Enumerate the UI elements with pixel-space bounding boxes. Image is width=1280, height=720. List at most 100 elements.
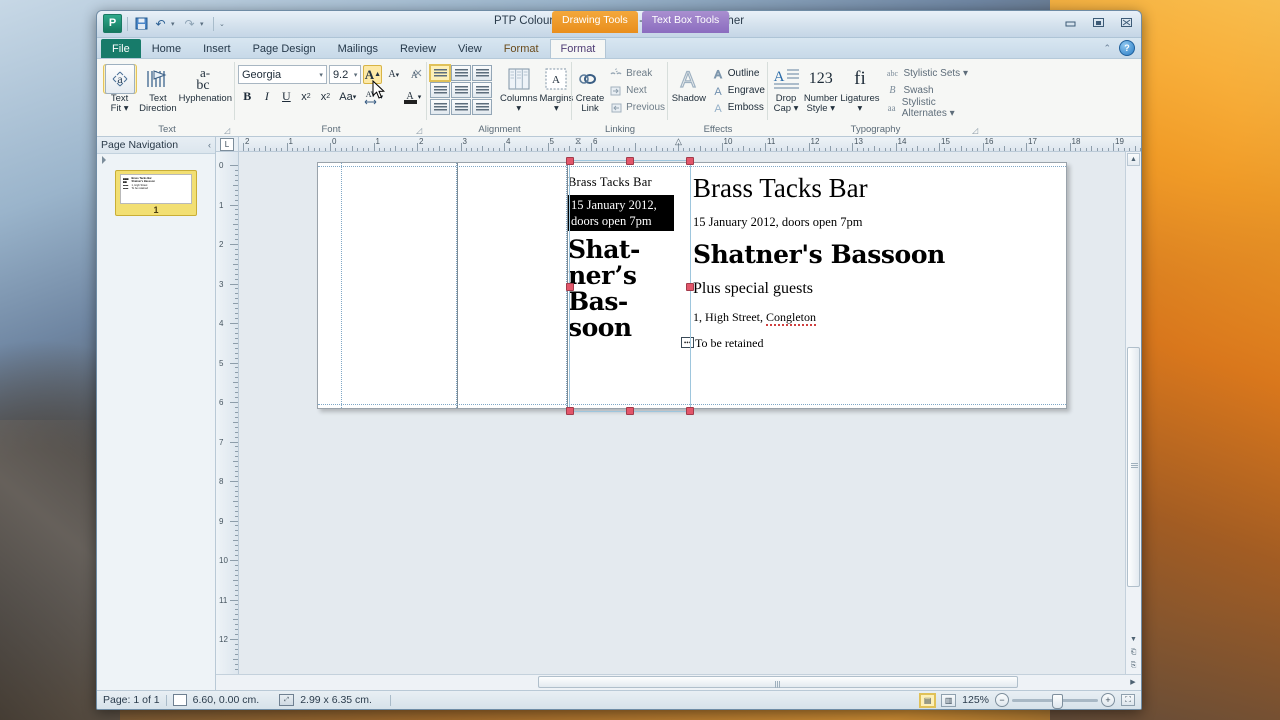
expand-triangle-icon[interactable] [102,156,106,164]
next-page-button[interactable]: ⎘ [1127,659,1140,672]
vertical-scrollbar[interactable]: ▲ ▼ ⎗ ⎘ [1125,152,1141,674]
underline-button[interactable]: U [277,87,296,106]
help-icon[interactable]: ? [1119,40,1135,56]
align-top-center-button[interactable] [451,65,471,81]
ruler-corner[interactable]: L [216,137,239,151]
page-thumbnail-1[interactable]: ▄▄▄▄▄▬▬▬▬ Brass Tacks Bar Shatner's Bass… [115,170,197,216]
zoom-in-button[interactable]: + [1101,693,1115,707]
tab-view[interactable]: View [447,39,493,58]
typography-dialog-launcher-icon[interactable]: ◿ [972,127,980,135]
clear-formatting-icon[interactable]: A [405,65,424,84]
align-top-right-button[interactable] [472,65,492,81]
grow-font-button[interactable]: A▲ [363,65,382,84]
font-name-combo[interactable]: Georgia ▾ [238,65,327,84]
vertical-ruler[interactable]: 012345678910111213 [216,152,239,674]
tab-stop-indicator[interactable]: L [220,138,234,151]
text-fit-button[interactable]: a Text Fit ▾ [102,62,137,114]
align-top-left-button[interactable] [430,65,450,81]
two-page-spread-icon[interactable]: ▥ [941,694,956,707]
change-case-button[interactable]: Aa▾ [336,87,360,106]
outline-button[interactable]: A Outline [709,65,765,82]
tab-text-box-tools-format[interactable]: Format [550,39,607,58]
resize-handle-bottom-center[interactable] [626,407,634,415]
zoom-out-button[interactable]: − [995,693,1009,707]
font-dialog-launcher-icon[interactable]: ◿ [416,127,424,135]
scroll-up-button[interactable]: ▲ [1127,153,1140,166]
resize-handle-top-left[interactable] [566,157,574,165]
single-page-view-icon[interactable]: ▤ [920,694,935,707]
resize-handle-middle-left[interactable] [566,283,574,291]
tab-drawing-tools-format[interactable]: Format [493,39,550,58]
text-dialog-launcher-icon[interactable]: ◿ [224,127,232,135]
alignment-grid[interactable] [430,62,492,115]
margins-chevron-down-icon[interactable]: ▾ [554,104,559,114]
margins-button[interactable]: A Margins ▾ [540,62,574,114]
font-size-chevron-down-icon[interactable]: ▾ [354,71,358,79]
columns-button[interactable]: Columns ▾ [500,62,538,114]
hyphenation-button[interactable]: a-bc Hyphenation [179,62,232,104]
fit-to-window-icon[interactable]: ⛶ [1121,694,1135,706]
resize-handle-top-right[interactable] [686,157,694,165]
indent-marker[interactable]: ⧖ [575,137,581,146]
next-link-button[interactable]: Next [607,82,665,99]
zoom-track[interactable] [1012,699,1098,702]
shadow-button[interactable]: A Shadow [671,62,707,104]
horizontal-ruler[interactable]: 210123456101112131415161718192021⧖△ [239,137,1141,151]
zoom-slider[interactable]: − + [995,693,1115,707]
tab-mailings[interactable]: Mailings [327,39,389,58]
resize-handle-middle-right[interactable] [686,283,694,291]
engrave-button[interactable]: A Engrave [709,82,765,99]
stylistic-alternates-button[interactable]: aa Stylistic Alternates ▾ [885,99,980,116]
italic-button[interactable]: I [258,87,277,106]
window-controls[interactable] [1061,15,1135,30]
tab-home[interactable]: Home [141,39,192,58]
minimize-button[interactable] [1061,15,1079,30]
align-bottom-left-button[interactable] [430,99,450,115]
align-bottom-center-button[interactable] [451,99,471,115]
ribbon-tab-row[interactable]: File Home Insert Page Design Mailings Re… [97,38,1141,59]
create-link-button[interactable]: Create Link [575,62,605,114]
scroll-down-button[interactable]: ▼ [1127,633,1140,646]
indent-marker[interactable]: △ [675,137,682,146]
previous-page-button[interactable]: ⎗ [1127,646,1140,659]
vertical-scroll-thumb[interactable] [1127,347,1140,587]
text-box-selection-frame[interactable] [569,160,691,412]
document-scroll-area[interactable]: Brass Tacks Bar 15 January 2012, doors o… [239,152,1125,674]
close-button[interactable] [1117,15,1135,30]
stylistic-sets-button[interactable]: abc Stylistic Sets ▾ [885,65,980,82]
resize-handle-bottom-right[interactable] [686,407,694,415]
tab-file[interactable]: File [101,39,141,58]
bold-button[interactable]: B [238,87,257,106]
ribbon-collapse-icon[interactable]: ⌃ [1103,43,1111,54]
drop-cap-button[interactable]: A Drop Cap ▾ [771,62,801,114]
restore-button[interactable] [1089,15,1107,30]
ribbon-help-zone[interactable]: ⌃ ? [1103,40,1135,56]
tab-review[interactable]: Review [389,39,447,58]
ticket-main-textbox[interactable]: Brass Tacks Bar 15 January 2012, doors o… [693,173,1043,351]
horizontal-scroll-thumb[interactable] [538,676,1018,688]
text-direction-button[interactable]: Text Direction [139,62,177,114]
horizontal-scrollbar[interactable]: ▶ [238,675,1141,690]
subscript-button[interactable]: x2 [297,87,316,106]
emboss-button[interactable]: A Emboss [709,99,765,116]
resize-handle-top-center[interactable] [626,157,634,165]
previous-link-button[interactable]: Previous [607,99,665,116]
columns-chevron-down-icon[interactable]: ▾ [516,104,521,114]
zoom-slider-handle[interactable] [1052,694,1063,709]
tab-insert[interactable]: Insert [192,39,242,58]
horizontal-scrollbar-row[interactable]: ▶ [216,674,1141,690]
number-style-button[interactable]: 123 Number Style ▾ [803,62,838,114]
shrink-font-button[interactable]: A▾ [384,65,403,84]
tab-page-design[interactable]: Page Design [242,39,327,58]
scroll-right-button[interactable]: ▶ [1127,676,1139,688]
resize-handle-bottom-left[interactable] [566,407,574,415]
break-link-button[interactable]: Break [607,65,665,82]
ligatures-chevron-down-icon[interactable]: ▾ [858,104,863,114]
align-bottom-right-button[interactable] [472,99,492,115]
font-color-button[interactable]: A▾ [400,87,424,106]
ligatures-button[interactable]: fi Ligatures ▾ [840,62,879,114]
superscript-button[interactable]: x2 [316,87,335,106]
collapse-pane-icon[interactable]: ‹ [208,140,211,150]
font-name-chevron-down-icon[interactable]: ▾ [319,71,323,79]
align-middle-right-button[interactable] [472,82,492,98]
